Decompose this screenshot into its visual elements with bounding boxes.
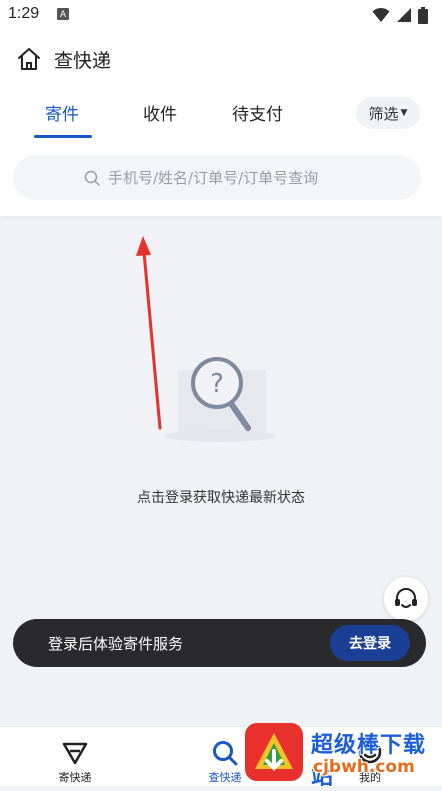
site-watermark: 超级棒下载站 cjbwh.com	[243, 719, 442, 790]
header: 查快递 寄件 收件 待支付 筛选 ▼	[0, 32, 442, 216]
watermark-logo	[245, 723, 303, 781]
customer-support-button[interactable]	[384, 577, 428, 621]
login-banner: 登录后体验寄件服务 去登录	[13, 619, 426, 667]
search-bar[interactable]	[13, 155, 421, 200]
page-title: 查快递	[54, 50, 112, 72]
home-icon[interactable]	[16, 46, 42, 72]
headset-icon	[395, 588, 417, 608]
filter-button[interactable]: 筛选 ▼	[356, 97, 420, 129]
filter-label: 筛选	[368, 104, 399, 123]
status-icons	[372, 6, 428, 24]
empty-state-message[interactable]: 点击登录获取快递最新状态	[0, 487, 442, 507]
cellular-signal-icon	[397, 8, 411, 22]
tab-send[interactable]: 寄件	[45, 100, 79, 125]
search-icon	[84, 170, 100, 186]
watermark-url: cjbwh.com	[313, 757, 415, 777]
wifi-icon	[372, 7, 390, 22]
status-time: 1:29	[8, 5, 40, 22]
send-icon	[62, 742, 88, 765]
search-input[interactable]	[106, 167, 350, 188]
svg-text:?: ?	[210, 369, 224, 399]
download-logo-icon	[255, 733, 293, 771]
tab-pending-payment[interactable]: 待支付	[232, 100, 283, 125]
no-results-illustration: ?	[164, 357, 276, 442]
login-banner-text: 登录后体验寄件服务	[48, 635, 184, 653]
active-tab-indicator	[34, 135, 92, 138]
battery-icon	[418, 6, 428, 24]
tab-receive[interactable]: 收件	[143, 100, 177, 125]
nav-send[interactable]: 寄快递	[35, 727, 115, 786]
status-bar: 1:29 A	[0, 0, 442, 32]
status-indicator: A	[57, 8, 69, 20]
search-icon	[213, 741, 238, 766]
login-button[interactable]: 去登录	[330, 625, 410, 661]
caret-down-icon: ▼	[400, 108, 408, 118]
nav-send-label: 寄快递	[58, 771, 92, 784]
